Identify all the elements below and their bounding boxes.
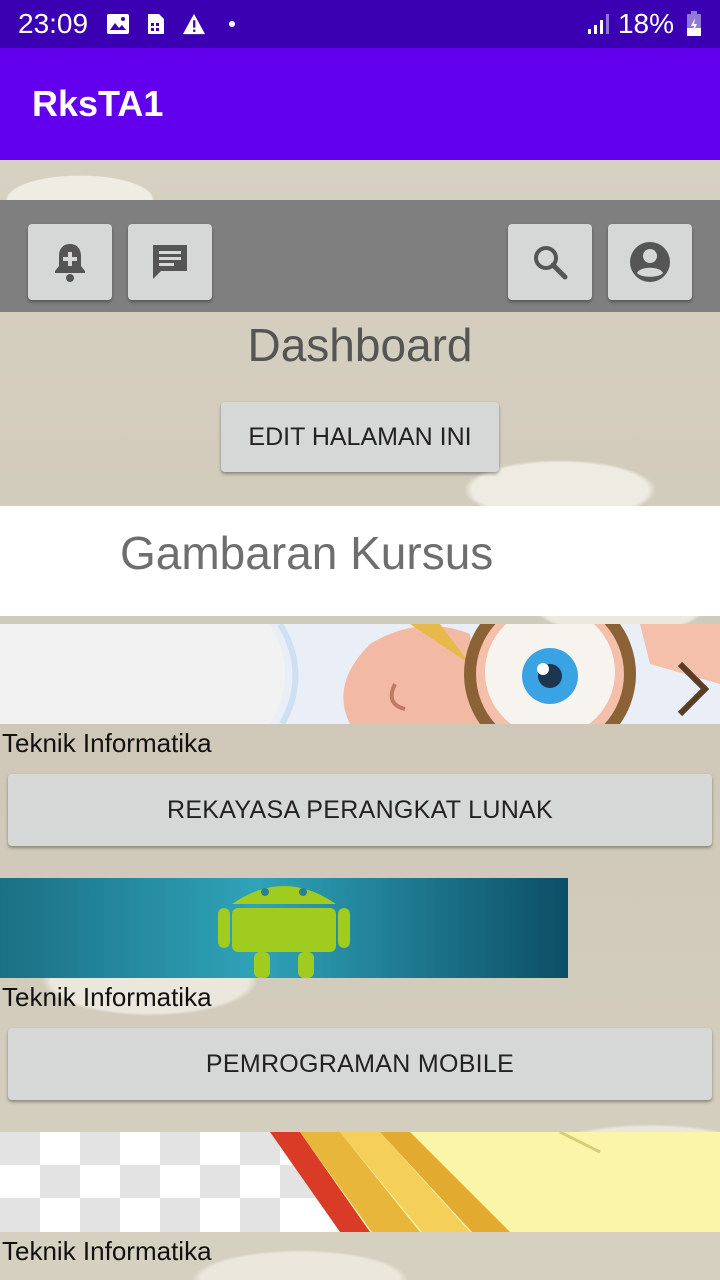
- battery-icon: [682, 11, 706, 36]
- status-time: 23:09: [18, 8, 89, 39]
- dashboard-title: Dashboard: [247, 319, 473, 371]
- dot-icon: [220, 12, 244, 36]
- edit-page-button[interactable]: EDIT HALAMAN INI: [221, 402, 499, 472]
- account-button[interactable]: [608, 224, 692, 300]
- status-bar: 23:09 18%: [0, 0, 720, 48]
- course-overview-header: Gambaran Kursus: [0, 506, 720, 616]
- course-category: Teknik Informatika: [2, 728, 212, 758]
- account-icon: [630, 242, 670, 282]
- course-image-rpl[interactable]: [0, 624, 720, 724]
- search-icon: [534, 246, 568, 280]
- course-button-rpl[interactable]: REKAYASA PERANGKAT LUNAK: [8, 774, 712, 846]
- message-button[interactable]: [128, 224, 212, 300]
- warning-icon: [182, 12, 206, 36]
- add-alert-icon: [55, 244, 85, 282]
- search-button[interactable]: [508, 224, 592, 300]
- battery-percent: 18%: [617, 8, 674, 39]
- section-title: Gambaran Kursus: [120, 527, 494, 579]
- sim-card-icon: [144, 12, 168, 36]
- notification-button[interactable]: [28, 224, 112, 300]
- course-image-mobile[interactable]: [0, 878, 568, 978]
- dashboard-toolbar: [0, 200, 720, 312]
- app-title: RksTA1: [32, 83, 164, 124]
- course-category: Teknik Informatika: [2, 982, 212, 1012]
- app-bar: RksTA1: [0, 48, 720, 160]
- image-icon: [106, 12, 130, 36]
- course-image-third[interactable]: [0, 1132, 720, 1232]
- signal-icon: [586, 12, 610, 36]
- message-icon: [153, 245, 187, 279]
- course-category: Teknik Informatika: [2, 1236, 212, 1266]
- course-button-mobile[interactable]: PEMROGRAMAN MOBILE: [8, 1028, 712, 1100]
